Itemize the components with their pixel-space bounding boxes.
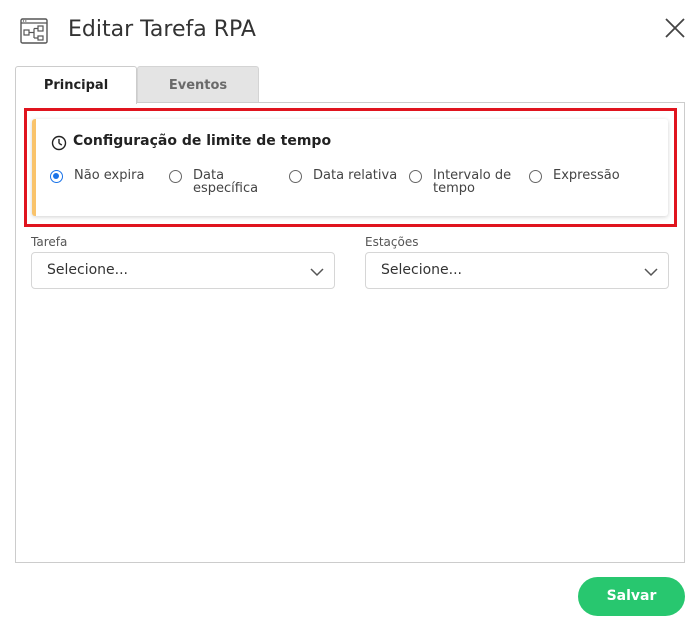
radio-label: Intervalo de tempo (433, 168, 512, 196)
edit-rpa-task-dialog: Editar Tarefa RPA Principal Eventos Conf… (0, 0, 700, 631)
estacoes-label: Estações (365, 235, 419, 249)
tab-principal[interactable]: Principal (15, 66, 137, 104)
chevron-down-icon (644, 268, 658, 277)
radio-intervalo-de-tempo[interactable]: Intervalo de tempo (409, 169, 511, 195)
save-button[interactable]: Salvar (578, 577, 685, 616)
radio-expressao[interactable]: Expressão (529, 169, 620, 183)
radio-label: Expressão (553, 168, 620, 183)
tarefa-select[interactable]: Selecione... (31, 252, 335, 289)
clock-icon (51, 135, 67, 151)
tarefa-select-value: Selecione... (47, 262, 128, 278)
radio-data-relativa[interactable]: Data relativa (289, 169, 397, 183)
radio-nao-expira[interactable]: Não expira (50, 169, 144, 183)
estacoes-select-value: Selecione... (381, 262, 462, 278)
workflow-diagram-icon (20, 18, 48, 44)
chevron-down-icon (310, 268, 324, 277)
timeout-config-card: Configuração de limite de tempo Não expi… (32, 119, 668, 216)
tab-eventos[interactable]: Eventos (137, 66, 259, 103)
radio-selected-icon[interactable] (50, 170, 63, 183)
radio-unselected-icon[interactable] (289, 170, 302, 183)
estacoes-select[interactable]: Selecione... (365, 252, 669, 289)
close-icon[interactable] (663, 16, 687, 40)
radio-unselected-icon[interactable] (169, 170, 182, 183)
tarefa-label: Tarefa (31, 235, 68, 249)
timeout-config-title: Configuração de limite de tempo (73, 133, 332, 149)
radio-label: Data específica (193, 168, 259, 196)
radio-label: Não expira (74, 168, 145, 183)
radio-data-especifica[interactable]: Data específica (169, 169, 258, 195)
radio-unselected-icon[interactable] (529, 170, 542, 183)
dialog-title: Editar Tarefa RPA (68, 17, 256, 42)
radio-unselected-icon[interactable] (409, 170, 422, 183)
radio-label: Data relativa (313, 168, 398, 183)
